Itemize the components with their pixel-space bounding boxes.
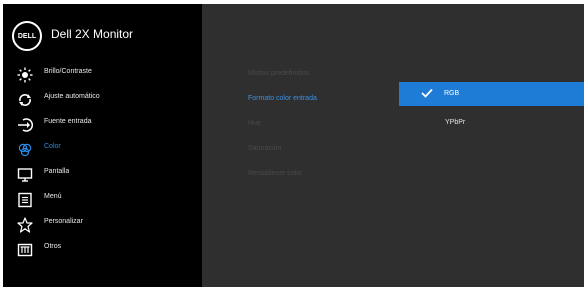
- submenu-input-color-format[interactable]: Formato color entrada: [248, 95, 317, 102]
- monitor-title: Dell 2X Monitor: [51, 27, 134, 41]
- menu-item-brightness-contrast[interactable]: Brillo/Contraste: [3, 63, 202, 87]
- input-source-icon: [18, 118, 33, 132]
- submenu-saturation[interactable]: Saturación: [248, 145, 281, 152]
- osd-window: DELL Dell 2X Monitor Brillo/Contraste Aj…: [3, 4, 584, 287]
- menu-item-menu[interactable]: Menú: [3, 188, 202, 212]
- menu-item-input-source[interactable]: Fuente entrada: [3, 113, 202, 137]
- menu-item-label: Pantalla: [44, 168, 70, 175]
- option-ypbpr[interactable]: YPbPr: [445, 119, 465, 126]
- menu-item-label: Color: [44, 143, 61, 150]
- menu-item-auto-adjust[interactable]: Ajuste automático: [3, 88, 202, 112]
- menu-header: DELL Dell 2X Monitor: [3, 4, 202, 56]
- display-icon: [17, 168, 33, 182]
- menu-item-label: Brillo/Contraste: [44, 68, 92, 75]
- menu-item-label: Personalizar: [44, 218, 83, 225]
- star-icon: [17, 217, 33, 233]
- menu-item-display[interactable]: Pantalla: [3, 163, 202, 187]
- brightness-icon: [17, 67, 33, 83]
- dell-logo: DELL: [12, 21, 42, 51]
- checkmark-icon: [421, 88, 433, 98]
- color-icon: [18, 143, 32, 157]
- auto-adjust-icon: [19, 94, 31, 106]
- submenu-reset-color[interactable]: Restablecer color: [248, 170, 302, 177]
- submenu-panel: Modos predefinidos Formato color entrada…: [202, 4, 584, 287]
- submenu-hue[interactable]: Hue: [248, 120, 261, 127]
- menu-icon: [18, 192, 32, 208]
- others-icon: [17, 243, 33, 257]
- menu-item-label: Menú: [44, 193, 62, 200]
- option-label: RGB: [444, 90, 460, 97]
- main-menu-panel: DELL Dell 2X Monitor Brillo/Contraste Aj…: [3, 4, 202, 287]
- menu-item-label: Otros: [44, 243, 62, 250]
- submenu-preset-modes[interactable]: Modos predefinidos: [248, 70, 309, 77]
- menu-item-color[interactable]: Color: [3, 138, 202, 162]
- menu-item-others[interactable]: Otros: [3, 238, 202, 262]
- menu-item-label: Ajuste automático: [44, 93, 100, 100]
- menu-item-personalize[interactable]: Personalizar: [3, 213, 202, 237]
- option-rgb[interactable]: RGB: [399, 82, 584, 106]
- menu-item-label: Fuente entrada: [44, 118, 92, 125]
